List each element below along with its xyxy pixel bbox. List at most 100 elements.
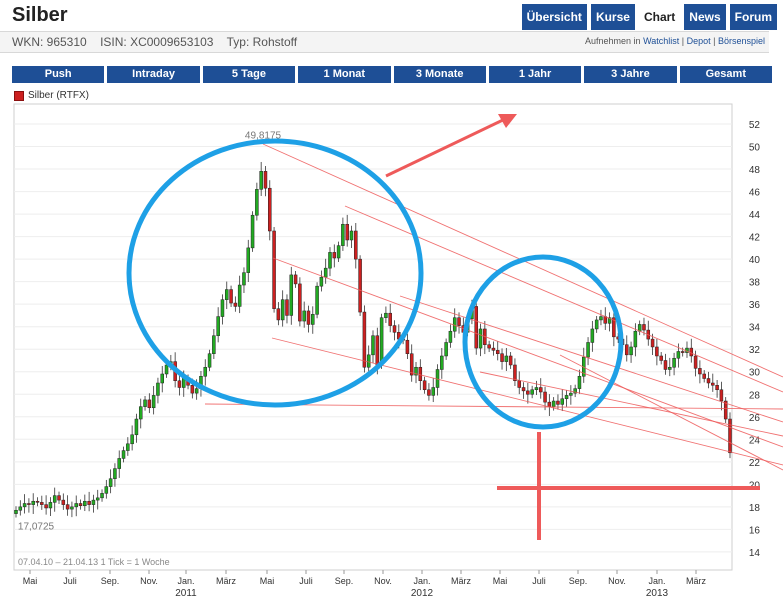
- range-5-tage-button[interactable]: 5 Tage: [202, 66, 296, 83]
- tab-kurse[interactable]: Kurse: [590, 4, 635, 30]
- candle-down: [392, 325, 397, 333]
- candle-down: [543, 391, 547, 403]
- candle-up: [577, 375, 582, 389]
- tab-chart[interactable]: Chart: [638, 4, 681, 30]
- y-tick-label: 32: [749, 345, 761, 356]
- candle-down: [556, 400, 560, 405]
- candle-up: [143, 399, 147, 407]
- candle-up: [95, 497, 100, 501]
- candle-down: [293, 274, 298, 285]
- candle-up: [371, 335, 375, 356]
- candle-down: [405, 339, 410, 354]
- candle-down: [285, 299, 289, 316]
- candle-down: [298, 283, 302, 322]
- page-title: Silber: [12, 4, 68, 26]
- candle-down: [388, 312, 392, 326]
- candle-up: [444, 342, 448, 357]
- boersenspiel-link[interactable]: Börsenspiel: [718, 36, 765, 46]
- candle-up: [22, 503, 27, 508]
- x-year-label: 2011: [175, 588, 197, 599]
- candle-up: [207, 353, 212, 368]
- range-1-monat-button[interactable]: 1 Monat: [298, 66, 391, 83]
- candle-up: [289, 274, 294, 316]
- candle-down: [306, 310, 311, 325]
- candle-down: [276, 308, 281, 321]
- candle-down: [719, 389, 724, 402]
- watchlist-link[interactable]: Watchlist: [643, 36, 679, 46]
- candle-up: [126, 443, 130, 451]
- candle-up: [18, 506, 23, 511]
- candle-down: [27, 503, 31, 505]
- candle-down: [422, 380, 427, 391]
- tab-forum[interactable]: Forum: [729, 4, 777, 30]
- y-tick-label: 38: [749, 278, 761, 289]
- candle-down: [508, 355, 513, 366]
- candle-up: [478, 328, 483, 349]
- aufnehmen-text: Aufnehmen in: [585, 36, 641, 46]
- candle-up: [48, 502, 53, 509]
- candle-up: [280, 299, 285, 321]
- candle-up: [637, 324, 642, 332]
- range-3-jahre-button[interactable]: 3 Jahre: [584, 66, 677, 83]
- candle-up: [91, 499, 96, 505]
- candle-down: [190, 385, 195, 394]
- range-gesamt-button[interactable]: Gesamt: [679, 66, 772, 83]
- candle-down: [659, 355, 663, 361]
- candle-up: [151, 395, 156, 409]
- tab-news[interactable]: News: [684, 4, 726, 30]
- candle-down: [375, 335, 380, 366]
- tab-uebersicht[interactable]: Übersicht: [521, 4, 587, 30]
- candle-down: [487, 344, 491, 349]
- candle-up: [108, 478, 113, 487]
- candle-down: [147, 399, 152, 409]
- candle-up: [379, 317, 384, 366]
- depot-link[interactable]: Depot: [687, 36, 711, 46]
- candle-up: [672, 357, 676, 368]
- range-1-jahr-button[interactable]: 1 Jahr: [488, 66, 582, 83]
- candle-up: [599, 316, 603, 321]
- candle-up: [255, 189, 259, 216]
- candle-up: [448, 330, 453, 343]
- candle-down: [418, 366, 423, 381]
- candle-down: [642, 324, 646, 331]
- x-tick-label: März: [686, 576, 706, 586]
- candle-up: [629, 346, 633, 356]
- candle-down: [680, 351, 685, 353]
- candle-down: [698, 368, 702, 375]
- range-3-monate-button[interactable]: 3 Monate: [393, 66, 486, 83]
- candle-up: [138, 406, 143, 420]
- candle-up: [633, 330, 638, 348]
- candle-down: [491, 347, 496, 351]
- candle-up: [440, 355, 444, 370]
- y-tick-label: 52: [749, 120, 761, 131]
- candle-up: [246, 247, 251, 273]
- range-push-button[interactable]: Push: [12, 66, 105, 83]
- candle-up: [117, 458, 121, 469]
- candle-up: [31, 500, 35, 505]
- candle-up: [164, 364, 169, 375]
- y-tick-label: 18: [749, 503, 761, 514]
- price-chart[interactable]: 1416182022242628303234363840424446485052…: [0, 100, 783, 599]
- x-tick-label: Jan.: [648, 576, 665, 586]
- candle-up: [586, 342, 590, 358]
- candle-up: [225, 289, 229, 300]
- candle-down: [526, 390, 530, 395]
- candle-down: [332, 252, 337, 259]
- candle-up: [83, 500, 87, 506]
- x-tick-label: Nov.: [374, 576, 392, 586]
- candle-up: [590, 328, 595, 343]
- candle-up: [194, 388, 199, 394]
- candle-up: [551, 400, 556, 407]
- candle-up: [431, 387, 435, 396]
- y-tick-label: 16: [749, 525, 761, 536]
- candle-down: [87, 500, 91, 505]
- candle-down: [427, 389, 431, 396]
- x-tick-label: März: [216, 576, 236, 586]
- candle-up: [384, 312, 388, 318]
- wkn-text: WKN: 965310: [12, 35, 87, 49]
- candle-up: [668, 366, 672, 370]
- candle-up: [14, 509, 18, 514]
- candle-up: [242, 272, 246, 286]
- range-intraday-button[interactable]: Intraday: [107, 66, 200, 83]
- low-annotation: 17,0725: [18, 521, 55, 532]
